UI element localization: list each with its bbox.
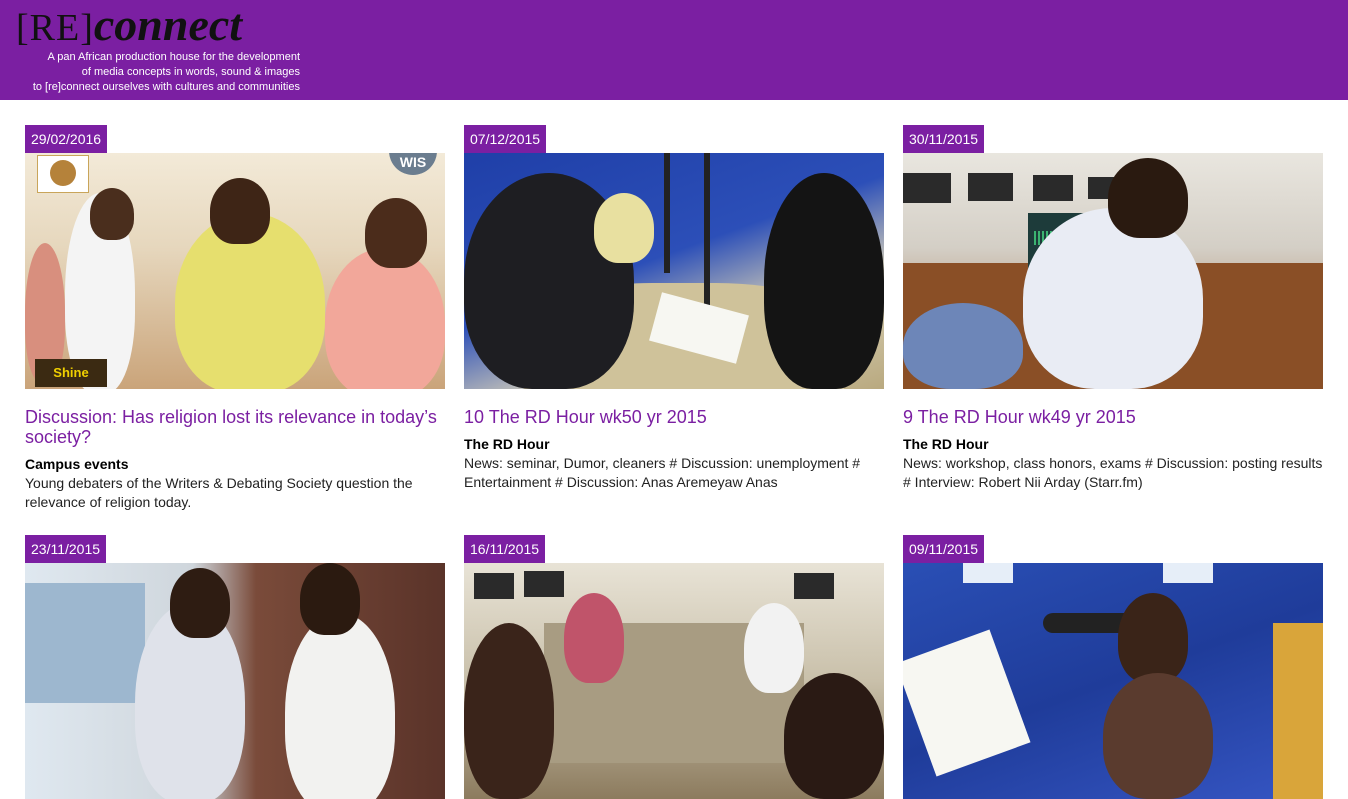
society-crest-icon bbox=[37, 155, 89, 193]
post-title-link[interactable]: 10 The RD Hour wk50 yr 2015 bbox=[464, 407, 884, 427]
person-figure bbox=[1023, 208, 1203, 389]
post-date: 09/11/2015 bbox=[903, 535, 985, 563]
post-card: 30/11/2015 9 The RD Hour wk49 yr 2015 Th… bbox=[903, 125, 1323, 492]
post-thumbnail[interactable] bbox=[464, 563, 884, 799]
paper-sheet bbox=[903, 629, 1031, 777]
person-figure bbox=[1108, 158, 1188, 238]
monitor-icon bbox=[794, 573, 834, 599]
ceiling-light bbox=[1163, 563, 1213, 583]
person-figure bbox=[285, 613, 395, 799]
monitor-icon bbox=[1033, 175, 1073, 201]
person-figure bbox=[744, 603, 804, 693]
post-title-link[interactable]: 9 The RD Hour wk49 yr 2015 bbox=[903, 407, 1323, 427]
tagline-line: of media concepts in words, sound & imag… bbox=[81, 66, 300, 78]
tagline-line: to [re]connect ourselves with cultures a… bbox=[32, 81, 300, 93]
post-card: 23/11/2015 bbox=[25, 535, 445, 799]
person-figure bbox=[764, 173, 884, 389]
post-thumbnail[interactable]: WIS Shine bbox=[25, 153, 445, 389]
logo-bracket: [RE] bbox=[16, 7, 94, 49]
post-card: 29/02/2016 WIS Shine Discussion: Has rel… bbox=[25, 125, 445, 512]
person-figure bbox=[1118, 593, 1188, 683]
person-figure bbox=[170, 568, 230, 638]
monitor-icon bbox=[968, 173, 1013, 201]
monitor-icon bbox=[474, 573, 514, 599]
post-date: 23/11/2015 bbox=[25, 535, 107, 563]
site-tagline: A pan African production house for the d… bbox=[20, 50, 300, 95]
person-figure bbox=[90, 188, 134, 240]
person-figure bbox=[903, 303, 1023, 389]
person-figure bbox=[594, 193, 654, 263]
post-card: 16/11/2015 bbox=[464, 535, 884, 799]
logo-word: connect bbox=[93, 0, 243, 50]
post-thumbnail[interactable] bbox=[25, 563, 445, 799]
post-date: 30/11/2015 bbox=[903, 125, 985, 153]
post-date: 07/12/2015 bbox=[464, 125, 547, 153]
microphone-stand-icon bbox=[664, 153, 670, 273]
post-category[interactable]: The RD Hour bbox=[903, 435, 1323, 454]
post-category[interactable]: Campus events bbox=[25, 455, 445, 474]
post-title-link[interactable]: Discussion: Has religion lost its releva… bbox=[25, 407, 445, 447]
person-figure bbox=[365, 198, 427, 268]
tagline-line: A pan African production house for the d… bbox=[47, 51, 300, 63]
post-thumbnail[interactable] bbox=[464, 153, 884, 389]
person-figure bbox=[1103, 673, 1213, 799]
post-date: 16/11/2015 bbox=[464, 535, 546, 563]
person-figure bbox=[325, 248, 445, 389]
person-figure bbox=[210, 178, 270, 244]
post-thumbnail[interactable] bbox=[903, 153, 1323, 389]
monitor-icon bbox=[903, 173, 951, 203]
post-card: 09/11/2015 bbox=[903, 535, 1323, 799]
monitor-icon bbox=[524, 571, 564, 597]
post-description: Young debaters of the Writers & Debating… bbox=[25, 475, 413, 510]
post-category[interactable]: The RD Hour bbox=[464, 435, 884, 454]
post-description: News: workshop, class honors, exams # Di… bbox=[903, 455, 1323, 490]
person-figure bbox=[464, 623, 554, 799]
shine-logo: Shine bbox=[35, 359, 107, 387]
door bbox=[1273, 623, 1323, 799]
ceiling-light bbox=[963, 563, 1013, 583]
person-figure bbox=[564, 593, 624, 683]
post-date: 29/02/2016 bbox=[25, 125, 108, 153]
wis-badge: WIS bbox=[389, 153, 437, 175]
site-logo[interactable]: [RE]connect bbox=[16, 2, 242, 48]
post-description: News: seminar, Dumor, cleaners # Discuss… bbox=[464, 455, 861, 490]
microphone-stand-icon bbox=[704, 153, 710, 323]
window bbox=[25, 583, 145, 703]
site-header: [RE]connect A pan African production hou… bbox=[0, 0, 1348, 100]
post-card: 07/12/2015 10 The RD Hour wk50 yr 2015 T… bbox=[464, 125, 884, 492]
post-thumbnail[interactable] bbox=[903, 563, 1323, 799]
person-figure bbox=[300, 563, 360, 635]
person-figure bbox=[784, 673, 884, 799]
